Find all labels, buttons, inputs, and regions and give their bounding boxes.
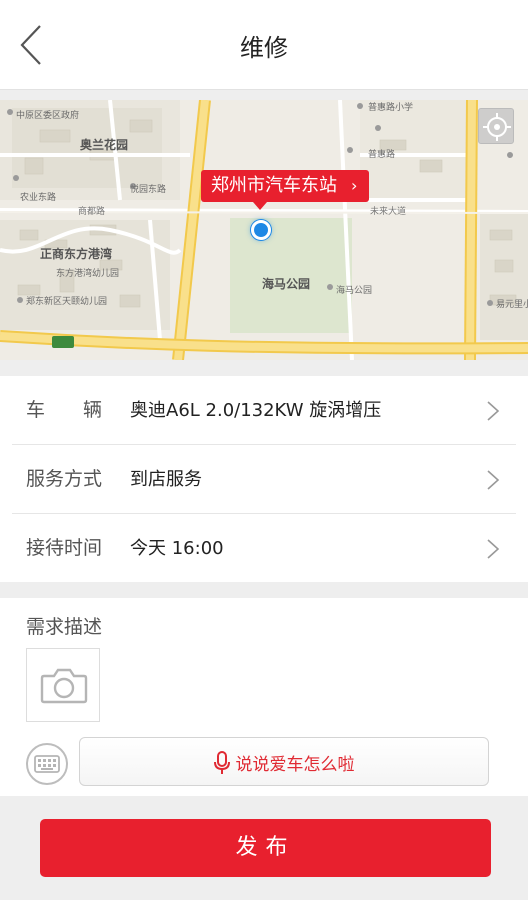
map-label-zhengshang: 正商东方港湾 [40, 247, 113, 261]
map-label-top-left: 中原区委区政府 [16, 111, 80, 121]
map-label-aolan: 奥兰花园 [80, 138, 129, 152]
chevron-right-icon [487, 401, 500, 421]
map-view[interactable]: 奥兰花园 正商东方港湾 海马公园 海马公园 普惠路小学 未来大道 商都路 中原区… [0, 100, 528, 360]
add-photo-button[interactable] [26, 648, 100, 722]
vehicle-row[interactable]: 车 辆 奥迪A6L 2.0/132KW 旋涡增压 [0, 376, 528, 445]
description-title: 需求描述 [26, 616, 103, 638]
publish-button[interactable]: 发布 [40, 819, 491, 877]
map-label-weiqi-road: 未来大道 [370, 207, 407, 217]
map-label-haima-park: 海马公园 [262, 277, 311, 291]
map-label-nongye: 农业东路 [20, 193, 57, 203]
reception-time-value: 今天 16:00 [130, 538, 224, 559]
location-name: 郑州市汽车东站 [211, 175, 337, 196]
service-mode-label: 服务方式 [26, 468, 103, 490]
map-label-shangdu: 商都路 [78, 207, 106, 217]
reception-time-row[interactable]: 接待时间 今天 16:00 [0, 514, 528, 583]
map-label-yueshan: 悦园东路 [130, 185, 167, 195]
highway-sign [52, 336, 74, 348]
map-label-dongfang: 东方港湾幼儿园 [56, 269, 120, 279]
chevron-right-icon: › [351, 176, 358, 195]
service-mode-row[interactable]: 服务方式 到店服务 [0, 445, 528, 514]
reception-time-label: 接待时间 [26, 537, 103, 559]
voice-input-label: 说说爱车怎么啦 [235, 755, 355, 775]
keyboard-icon [34, 755, 60, 773]
map-label-puhui-school: 普惠路小学 [368, 103, 414, 113]
service-mode-value: 到店服务 [130, 469, 202, 490]
location-pin-icon [251, 220, 271, 240]
map-label-fuyuan: 易元里小区 [496, 300, 528, 310]
description-section: 需求描述 说说爱车怎么啦 [0, 598, 528, 796]
app-header: 维修 [0, 0, 528, 90]
location-callout[interactable]: 郑州市汽车东站 › [201, 170, 370, 210]
map-label-haima-park-small: 海马公园 [336, 286, 373, 296]
service-form: 车 辆 奥迪A6L 2.0/132KW 旋涡增压 服务方式 到店服务 接待时间 … [0, 376, 528, 582]
page-title: 维修 [240, 34, 288, 62]
locate-button[interactable] [478, 108, 514, 144]
chevron-right-icon [487, 539, 500, 559]
map-label-kindergarten: 郑东新区天颐幼儿园 [26, 297, 108, 307]
vehicle-value: 奥迪A6L 2.0/132KW 旋涡增压 [130, 400, 382, 421]
vehicle-label: 车 辆 [26, 399, 103, 421]
microphone-icon [213, 750, 230, 774]
chevron-right-icon [487, 470, 500, 490]
keyboard-toggle-button[interactable] [26, 743, 68, 785]
voice-input-button[interactable]: 说说爱车怎么啦 [79, 737, 489, 786]
camera-icon [40, 668, 88, 704]
map-label-puhui-road: 普惠路 [368, 150, 396, 160]
crosshair-icon [483, 113, 511, 141]
